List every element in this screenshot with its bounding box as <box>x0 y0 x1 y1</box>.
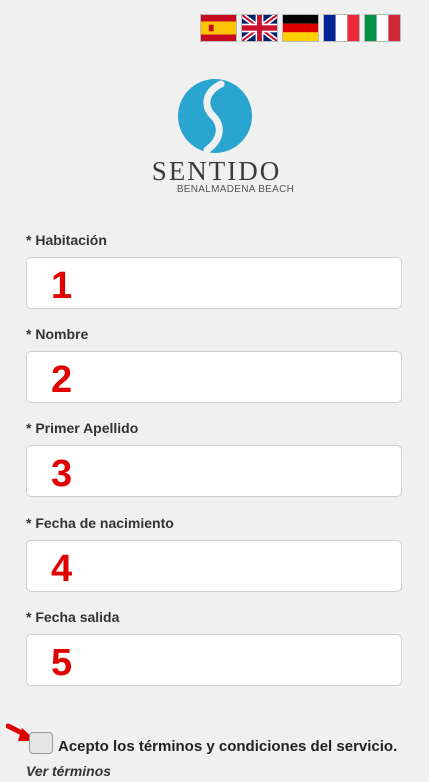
flag-es-icon[interactable] <box>200 14 237 42</box>
flag-fr-icon[interactable] <box>323 14 360 42</box>
flag-it-icon[interactable] <box>364 14 401 42</box>
language-selector <box>200 14 401 42</box>
label-habitacion: * Habitación <box>26 232 107 248</box>
label-fecha-salida: * Fecha salida <box>26 609 120 625</box>
logo-subtitle: BENALMADENA BEACH <box>176 184 295 195</box>
annotation-number: 4 <box>51 548 73 590</box>
flag-de-icon[interactable] <box>282 14 319 42</box>
view-terms-link[interactable]: Ver términos <box>26 763 111 779</box>
input-habitacion[interactable]: 1 <box>26 257 402 309</box>
annotation-number: 5 <box>51 642 73 684</box>
logo-name: SENTIDO <box>151 156 282 186</box>
label-nombre: * Nombre <box>26 326 89 342</box>
label-fecha-nacimiento: * Fecha de nacimiento <box>26 515 174 531</box>
annotation-number: 1 <box>51 265 73 307</box>
accept-terms-label: Acepto los términos y condiciones del se… <box>58 738 398 755</box>
annotation-number: 3 <box>51 453 73 495</box>
logo-mark-icon <box>177 79 252 154</box>
input-primer-apellido[interactable]: 3 <box>26 445 402 497</box>
flag-uk-icon[interactable] <box>241 14 278 42</box>
label-primer-apellido: * Primer Apellido <box>26 420 139 436</box>
annotation-number: 2 <box>51 359 73 401</box>
input-nombre[interactable]: 2 <box>26 351 402 403</box>
input-fecha-salida[interactable]: 5 <box>26 634 402 686</box>
input-fecha-nacimiento[interactable]: 4 <box>26 540 402 592</box>
hotel-logo: SENTIDO BENALMADENA BEACH <box>0 78 429 195</box>
accept-terms-checkbox[interactable] <box>29 732 53 754</box>
